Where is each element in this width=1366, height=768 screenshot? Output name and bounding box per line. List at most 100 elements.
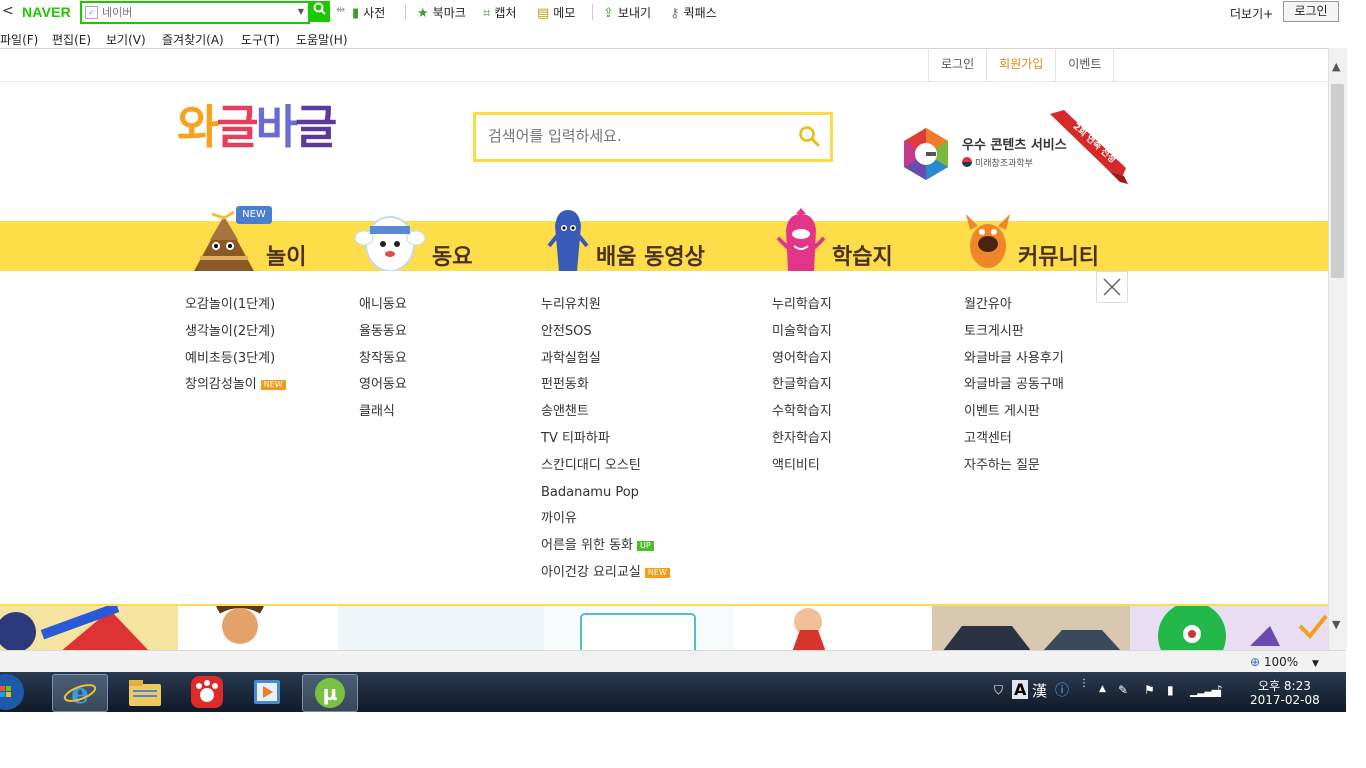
menu-link[interactable]: 영어동요	[359, 372, 407, 399]
menu-link[interactable]: 오감놀이(1단계)	[185, 292, 286, 319]
menu-link[interactable]: 누리유치원	[541, 292, 670, 319]
menu-link[interactable]: 스칸디대디 오스틴	[541, 453, 670, 480]
menu-link[interactable]: 와글바글 공동구매	[964, 372, 1064, 399]
ime-a-indicator[interactable]: A	[1012, 680, 1029, 699]
menu-link[interactable]: 과학실험실	[541, 346, 670, 373]
login-link[interactable]: 로그인	[929, 48, 988, 81]
menu-link[interactable]: 누리학습지	[772, 292, 832, 319]
taskbar-explorer[interactable]	[118, 674, 172, 710]
toolbar-send[interactable]: ⇪ 보내기	[603, 4, 651, 21]
menu-link[interactable]: 자주하는 질문	[964, 453, 1064, 480]
menu-tools[interactable]: 도구(T)	[241, 31, 280, 48]
site-search-input[interactable]	[488, 125, 788, 147]
banner-thumbnail[interactable]	[734, 606, 932, 652]
ime-hanja-indicator[interactable]: 漢	[1032, 680, 1047, 701]
clock-time[interactable]: 오후 8:23	[1258, 677, 1311, 694]
close-menu-button[interactable]	[1096, 271, 1128, 303]
menu-link[interactable]: 송앤챈트	[541, 399, 670, 426]
search-button[interactable]	[309, 1, 330, 22]
menu-link[interactable]: 미술학습지	[772, 319, 832, 346]
zoom-control[interactable]: ⊕ 100% ▼	[1250, 655, 1319, 669]
chevron-down-icon[interactable]: ▼	[298, 7, 304, 16]
vertical-scrollbar[interactable]: ▲ ▼	[1328, 48, 1347, 650]
menu-link-with-tag[interactable]: 아이건강 요리교실 NEW	[541, 560, 670, 587]
start-button[interactable]	[0, 674, 28, 710]
help-icon[interactable]: ⓘ	[1055, 680, 1069, 700]
resize-handle-icon[interactable]: ⇹	[336, 3, 345, 16]
menu-link[interactable]: 토크게시판	[964, 319, 1064, 346]
menu-link[interactable]: 까이유	[541, 506, 670, 533]
volume-icon[interactable]: ♪	[1215, 683, 1223, 697]
naver-search-box[interactable]: ✓ ▼	[80, 1, 310, 24]
close-icon	[1103, 278, 1121, 296]
taskbar-media-player[interactable]	[240, 674, 294, 710]
scroll-up-icon[interactable]: ▲	[1332, 60, 1340, 73]
toolbar-memo[interactable]: ▤ 메모	[537, 4, 575, 21]
event-link[interactable]: 이벤트	[1056, 48, 1115, 81]
menu-favorites[interactable]: 즐겨찾기(A)	[162, 31, 224, 48]
ribbon-icon	[1050, 110, 1128, 184]
site-logo[interactable]: 와글바글	[177, 104, 337, 150]
menu-link[interactable]: 수학학습지	[772, 399, 832, 426]
nav-community[interactable]: 커뮤니티	[1018, 239, 1099, 271]
menu-link[interactable]: 예비초등(3단계)	[185, 346, 286, 373]
power-icon[interactable]: ▮	[1167, 683, 1174, 697]
signup-link[interactable]: 회원가입	[987, 48, 1057, 81]
banner-thumbnail[interactable]	[1130, 606, 1328, 652]
menu-link[interactable]: 창작동요	[359, 346, 407, 373]
menu-link[interactable]: 월간유아	[964, 292, 1064, 319]
taskbar-ie[interactable]: e	[52, 674, 108, 712]
nav-videos[interactable]: 배움 동영상	[596, 239, 705, 271]
nav-songs[interactable]: 동요	[432, 239, 472, 271]
clock-date[interactable]: 2017-02-08	[1250, 693, 1320, 707]
menu-help[interactable]: 도움말(H)	[296, 31, 348, 48]
search-icon[interactable]	[798, 125, 820, 147]
menu-link[interactable]: 고객센터	[964, 426, 1064, 453]
menu-link[interactable]: 액티비티	[772, 453, 832, 480]
scrollbar-thumb[interactable]	[1331, 84, 1344, 278]
banner-thumbnail[interactable]	[0, 606, 178, 652]
more-button[interactable]: 더보기+	[1230, 5, 1273, 22]
toolbar-quickpass[interactable]: ⚷ 퀵패스	[670, 4, 717, 21]
menu-link[interactable]: TV 티파하파	[541, 426, 670, 453]
banner-thumbnail[interactable]	[544, 606, 734, 652]
banner-thumbnail[interactable]	[932, 606, 1130, 652]
menu-link[interactable]: 와글바글 사용후기	[964, 346, 1064, 373]
flag-icon[interactable]: ⚑	[1144, 683, 1155, 697]
scroll-down-icon[interactable]: ▼	[1332, 618, 1340, 631]
menu-link[interactable]: 안전SOS	[541, 319, 670, 346]
nav-play[interactable]: 놀이	[266, 239, 306, 271]
search-options-icon[interactable]: ✓	[85, 6, 98, 19]
taskbar-utorrent[interactable]: µ	[302, 674, 358, 712]
menu-link[interactable]: 율동동요	[359, 319, 407, 346]
ime-options-icon[interactable]: ⋮	[1079, 678, 1089, 689]
menu-link[interactable]: Badanamu Pop	[541, 480, 670, 507]
menu-link[interactable]: 클래식	[359, 399, 407, 426]
ministry-emblem-icon	[962, 157, 972, 167]
menu-view[interactable]: 보기(V)	[106, 31, 146, 48]
banner-thumbnail[interactable]	[178, 606, 544, 652]
toolbar-dictionary[interactable]: ▮ 사전	[352, 4, 385, 21]
menu-edit[interactable]: 편집(E)	[52, 31, 91, 48]
menu-link[interactable]: 한글학습지	[772, 372, 832, 399]
tray-expand-icon[interactable]: ▲	[1099, 684, 1106, 694]
toolbar-capture[interactable]: ⌗ 캡처	[483, 4, 516, 21]
menu-link-with-tag[interactable]: 창의감성놀이 NEW	[185, 372, 286, 399]
menu-link[interactable]: 생각놀이(2단계)	[185, 319, 286, 346]
network-tray-icon[interactable]: ⛉	[994, 683, 1003, 698]
menu-file[interactable]: 파일(F)	[0, 31, 38, 48]
naver-login-button[interactable]: 로그인	[1283, 1, 1339, 22]
taskbar-app-red[interactable]	[180, 674, 234, 710]
menu-link-with-tag[interactable]: 어른을 위한 동화 UP	[541, 533, 670, 560]
nav-worksheets[interactable]: 학습지	[832, 239, 893, 271]
toolbar-bookmark[interactable]: ★ 북마크	[417, 4, 466, 21]
pen-tray-icon[interactable]: ✎	[1118, 683, 1128, 697]
back-icon[interactable]: <	[2, 3, 14, 19]
menu-link[interactable]: 영어학습지	[772, 346, 832, 373]
naver-search-input[interactable]	[102, 4, 282, 20]
menu-link[interactable]: 펀펀동화	[541, 372, 670, 399]
menu-link[interactable]: 이벤트 게시판	[964, 399, 1064, 426]
menu-link[interactable]: 한자학습지	[772, 426, 832, 453]
menu-link[interactable]: 애니동요	[359, 292, 407, 319]
naver-logo[interactable]: NAVER	[22, 4, 71, 20]
